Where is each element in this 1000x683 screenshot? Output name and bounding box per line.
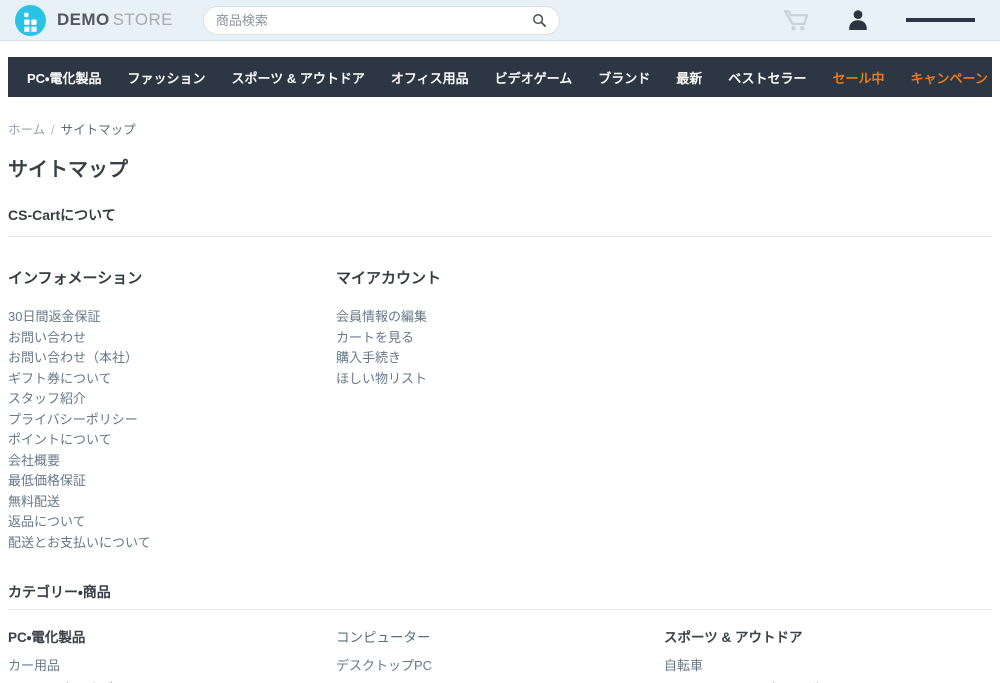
- empty-column: [664, 267, 992, 553]
- nav-item-promo[interactable]: セール中: [820, 68, 898, 87]
- my-account-link[interactable]: 会員情報の編集: [336, 309, 427, 324]
- category-title-link[interactable]: スポーツ & アウトドア: [664, 629, 992, 646]
- information-link[interactable]: スタッフ紹介: [8, 391, 86, 406]
- category-link[interactable]: デスクトップPC: [336, 658, 432, 673]
- user-icon[interactable]: [846, 8, 870, 32]
- brand-name[interactable]: DEMO STORE: [57, 10, 173, 30]
- breadcrumb-separator: /: [51, 123, 55, 137]
- information-link[interactable]: お問い合わせ（本社）: [8, 350, 138, 365]
- category-title-link[interactable]: コンピューター: [336, 629, 664, 646]
- category-column: PC・電化製品カー用品GPS & カーナビカーオーディオ: [8, 629, 336, 683]
- information-link[interactable]: お問い合わせ: [8, 330, 86, 345]
- breadcrumb-home-link[interactable]: ホーム: [8, 123, 45, 137]
- information-link-list: 30日間返金保証 お問い合わせお問い合わせ（本社） ギフト券について スタッフ紹介プラ…: [8, 307, 336, 553]
- my-account-column: マイアカウント 会員情報の編集 カートを見る 購入手続きほしい物リスト: [336, 267, 664, 553]
- brand-name-light: STORE: [112, 10, 173, 29]
- breadcrumb-current: サイトマップ: [60, 123, 136, 137]
- category-link[interactable]: カー用品: [8, 658, 60, 673]
- my-account-link-list: 会員情報の編集 カートを見る 購入手続きほしい物リスト: [336, 307, 664, 389]
- information-link[interactable]: 最低価格保証: [8, 473, 86, 488]
- information-link[interactable]: ポイントについて: [8, 432, 112, 447]
- my-account-link[interactable]: ほしい物リスト: [336, 371, 427, 386]
- search-input[interactable]: [215, 12, 532, 28]
- category-link-list: カー用品GPS & カーナビカーオーディオ: [8, 654, 336, 683]
- info-account-columns: インフォメーション 30日間返金保証 お問い合わせお問い合わせ（本社） ギフト券につ…: [8, 267, 992, 553]
- nav-item-category[interactable]: ベストセラー: [715, 68, 819, 87]
- information-column: インフォメーション 30日間返金保証 お問い合わせお問い合わせ（本社） ギフト券につ…: [8, 267, 336, 553]
- brand-name-bold: DEMO: [57, 10, 110, 29]
- nav-item-category[interactable]: スポーツ & アウトドア: [219, 68, 378, 87]
- nav-item-promo[interactable]: キャンペーン: [898, 68, 1000, 87]
- category-column: スポーツ & アウトドア自転車コンフォート & クルーザー街乗り用バイク: [664, 629, 992, 683]
- nav-item-category[interactable]: ファッション: [114, 68, 218, 87]
- nav-item-category[interactable]: PC・電化製品: [14, 68, 114, 87]
- category-title-link[interactable]: PC・電化製品: [8, 629, 336, 646]
- section-heading-categories: カテゴリー・商品: [8, 582, 992, 610]
- menu-icon[interactable]: [906, 15, 975, 25]
- information-link[interactable]: 無料配送: [8, 494, 60, 509]
- category-link[interactable]: 自転車: [664, 658, 703, 673]
- nav-item-category[interactable]: オフィス用品: [378, 68, 482, 87]
- my-account-link[interactable]: 購入手続き: [336, 350, 401, 365]
- category-link-list: 自転車コンフォート & クルーザー街乗り用バイク: [664, 654, 992, 683]
- search-icon[interactable]: [532, 13, 547, 28]
- header-icons: [783, 8, 985, 32]
- information-link[interactable]: 返品について: [8, 514, 86, 529]
- information-link[interactable]: プライバシーポリシー: [8, 412, 138, 427]
- information-link[interactable]: 30日間返金保証: [8, 309, 100, 324]
- nav-item-category[interactable]: ブランド: [585, 68, 663, 87]
- nav-item-category[interactable]: ビデオゲーム: [482, 68, 586, 87]
- top-header: DEMO STORE: [0, 0, 1000, 41]
- my-account-link[interactable]: カートを見る: [336, 330, 414, 345]
- section-heading-about: CS-Cartについて: [8, 205, 992, 237]
- nav-item-category[interactable]: 最新: [663, 68, 715, 87]
- information-link[interactable]: 配送とお支払いについて: [8, 535, 151, 550]
- information-heading: インフォメーション: [8, 270, 143, 287]
- information-link[interactable]: ギフト券について: [8, 371, 112, 386]
- main-nav: PC・電化製品 ファッション スポーツ & アウトドア オフィス用品 ビデオゲーム ブラン…: [8, 57, 992, 97]
- search-box: [202, 5, 560, 35]
- cart-icon[interactable]: [783, 8, 810, 32]
- breadcrumb: ホーム / サイトマップ: [8, 119, 992, 138]
- page-title: サイトマップ: [8, 159, 128, 181]
- my-account-heading: マイアカウント: [336, 270, 442, 287]
- category-link-list: デスクトップPCノートPCタブレットPC: [336, 654, 664, 683]
- information-link[interactable]: 会社概要: [8, 453, 60, 468]
- category-column: コンピューターデスクトップPCノートPCタブレットPC: [336, 629, 664, 683]
- store-logo-icon[interactable]: [15, 4, 46, 36]
- content: ホーム / サイトマップ サイトマップ CS-Cartについて インフォメーション …: [8, 119, 992, 683]
- category-columns: PC・電化製品カー用品GPS & カーナビカーオーディオコンピューターデスクトッ…: [8, 629, 992, 683]
